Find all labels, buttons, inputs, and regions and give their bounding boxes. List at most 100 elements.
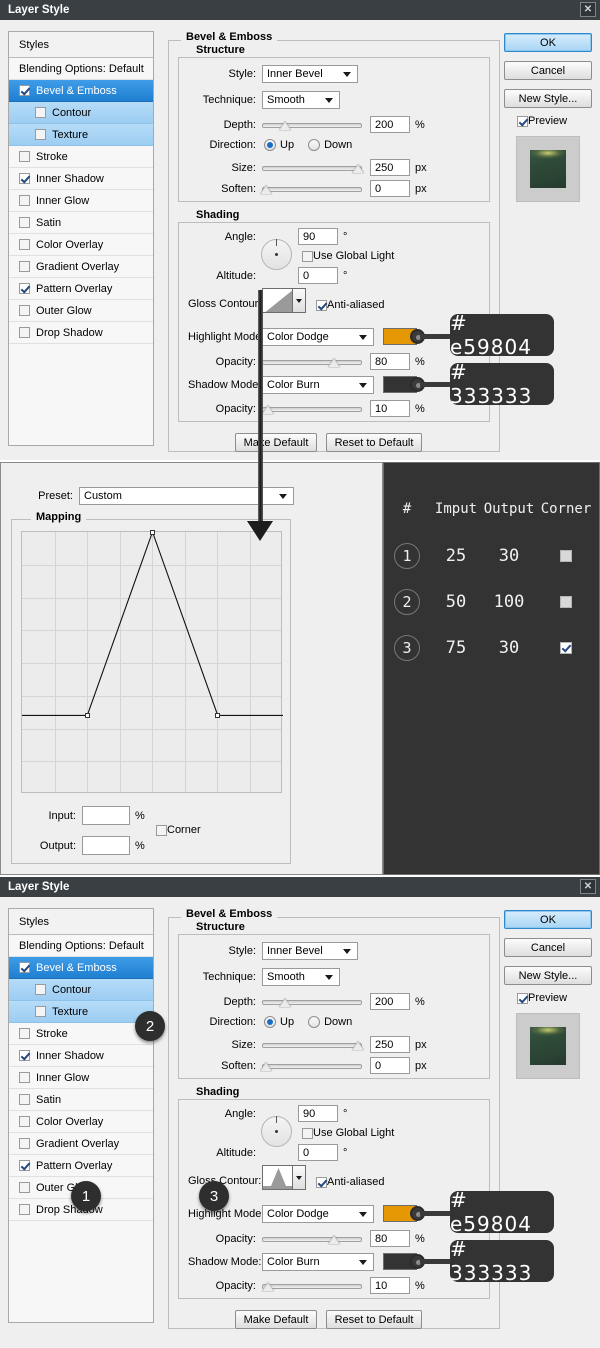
sidebar-item-stroke[interactable]: Stroke [9, 146, 153, 168]
slider-thumb[interactable] [352, 164, 364, 173]
sidebar-item-drop-shadow[interactable]: Drop Shadow [9, 322, 153, 344]
anti-aliased-checkbox[interactable] [316, 300, 327, 311]
gloss-contour-dropdown[interactable] [293, 288, 306, 313]
sidebar-item-blending-options-default[interactable]: Blending Options: Default [9, 935, 153, 957]
style-enable-checkbox[interactable] [35, 984, 46, 995]
cancel-button-bottom[interactable]: Cancel [504, 938, 592, 957]
direction-down-radio[interactable] [308, 139, 320, 151]
make-default-button[interactable]: Make Default [235, 433, 317, 452]
style-enable-checkbox[interactable] [19, 1204, 30, 1215]
sidebar-item-outer-glow[interactable]: Outer Glow [9, 300, 153, 322]
style-enable-checkbox[interactable] [19, 239, 30, 250]
style-enable-checkbox[interactable] [19, 305, 30, 316]
anti-aliased-checkbox[interactable] [316, 1177, 327, 1188]
slider-thumb[interactable] [352, 1041, 364, 1050]
preview-checkbox[interactable] [517, 116, 528, 127]
make-default-button[interactable]: Make Default [235, 1310, 317, 1329]
sidebar-item-color-overlay[interactable]: Color Overlay [9, 1111, 153, 1133]
slider-thumb[interactable] [260, 185, 272, 194]
style-enable-checkbox[interactable] [19, 173, 30, 184]
highlight-mode-select[interactable]: Color Dodge [262, 328, 374, 346]
depth-input[interactable]: 200 [370, 993, 410, 1010]
angle-dial[interactable] [261, 239, 292, 270]
curve-control-point[interactable] [85, 713, 90, 718]
use-global-light-checkbox[interactable] [302, 1128, 313, 1139]
style-enable-checkbox[interactable] [19, 1138, 30, 1149]
shadow-opacity-input[interactable]: 10 [370, 400, 410, 417]
sidebar-item-color-overlay[interactable]: Color Overlay [9, 234, 153, 256]
mapping-grid[interactable] [21, 531, 282, 793]
size-input[interactable]: 250 [370, 1036, 410, 1053]
angle-input[interactable]: 90 [298, 228, 338, 245]
technique-select[interactable]: Smooth [262, 968, 340, 986]
gloss-contour-thumbnail[interactable] [262, 288, 293, 313]
depth-slider[interactable] [262, 118, 362, 132]
shadow-opacity-input[interactable]: 10 [370, 1277, 410, 1294]
highlight-mode-select[interactable]: Color Dodge [262, 1205, 374, 1223]
direction-down-radio[interactable] [308, 1016, 320, 1028]
sidebar-item-stroke[interactable]: Stroke [9, 1023, 153, 1045]
style-select[interactable]: Inner Bevel [262, 942, 358, 960]
shadow-opacity-slider[interactable] [262, 402, 362, 416]
slider-thumb[interactable] [328, 358, 340, 367]
new-style-button-top[interactable]: New Style... [504, 89, 592, 108]
angle-dial[interactable] [261, 1116, 292, 1147]
style-enable-checkbox[interactable] [19, 962, 30, 973]
use-global-light-checkbox[interactable] [302, 251, 313, 262]
sidebar-item-texture[interactable]: Texture [9, 1001, 153, 1023]
style-enable-checkbox[interactable] [19, 151, 30, 162]
style-enable-checkbox[interactable] [35, 129, 46, 140]
highlight-opacity-input[interactable]: 80 [370, 353, 410, 370]
shadow-opacity-slider[interactable] [262, 1279, 362, 1293]
style-enable-checkbox[interactable] [19, 327, 30, 338]
style-enable-checkbox[interactable] [35, 107, 46, 118]
sidebar-item-pattern-overlay[interactable]: Pattern Overlay [9, 278, 153, 300]
sidebar-item-contour[interactable]: Contour [9, 979, 153, 1001]
soften-input[interactable]: 0 [370, 180, 410, 197]
technique-select[interactable]: Smooth [262, 91, 340, 109]
soften-input[interactable]: 0 [370, 1057, 410, 1074]
size-input[interactable]: 250 [370, 159, 410, 176]
slider-thumb[interactable] [279, 998, 291, 1007]
style-enable-checkbox[interactable] [19, 1094, 30, 1105]
shadow-mode-select[interactable]: Color Burn [262, 376, 374, 394]
style-enable-checkbox[interactable] [19, 217, 30, 228]
style-enable-checkbox[interactable] [19, 1072, 30, 1083]
slider-thumb[interactable] [262, 1282, 274, 1291]
sidebar-item-contour[interactable]: Contour [9, 102, 153, 124]
preview-checkbox[interactable] [517, 993, 528, 1004]
size-slider[interactable] [262, 1038, 362, 1052]
gloss-contour-control-top[interactable] [262, 288, 306, 313]
size-slider[interactable] [262, 161, 362, 175]
sidebar-item-inner-glow[interactable]: Inner Glow [9, 190, 153, 212]
sidebar-item-bevel-emboss[interactable]: Bevel & Emboss [9, 957, 153, 979]
sidebar-item-inner-shadow[interactable]: Inner Shadow [9, 1045, 153, 1067]
soften-slider[interactable] [262, 1059, 362, 1073]
slider-thumb[interactable] [262, 405, 274, 414]
highlight-opacity-slider[interactable] [262, 355, 362, 369]
style-enable-checkbox[interactable] [35, 1006, 46, 1017]
sidebar-item-texture[interactable]: Texture [9, 124, 153, 146]
curve-input-field[interactable] [82, 806, 130, 825]
style-enable-checkbox[interactable] [19, 1182, 30, 1193]
corner-checkbox[interactable] [156, 825, 167, 836]
style-enable-checkbox[interactable] [19, 1160, 30, 1171]
sidebar-item-inner-shadow[interactable]: Inner Shadow [9, 168, 153, 190]
sidebar-item-bevel-emboss[interactable]: Bevel & Emboss [9, 80, 153, 102]
cell-corner-checkbox[interactable] [560, 642, 572, 654]
sidebar-item-satin[interactable]: Satin [9, 212, 153, 234]
new-style-button-bottom[interactable]: New Style... [504, 966, 592, 985]
direction-up-radio[interactable] [264, 1016, 276, 1028]
curve-control-point[interactable] [215, 713, 220, 718]
style-enable-checkbox[interactable] [19, 283, 30, 294]
sidebar-item-gradient-overlay[interactable]: Gradient Overlay [9, 1133, 153, 1155]
slider-thumb[interactable] [279, 121, 291, 130]
depth-input[interactable]: 200 [370, 116, 410, 133]
curve-control-point[interactable] [150, 530, 155, 535]
highlight-opacity-slider[interactable] [262, 1232, 362, 1246]
sidebar-item-gradient-overlay[interactable]: Gradient Overlay [9, 256, 153, 278]
style-enable-checkbox[interactable] [19, 261, 30, 272]
direction-up-radio[interactable] [264, 139, 276, 151]
style-enable-checkbox[interactable] [19, 85, 30, 96]
sidebar-item-blending-options-default[interactable]: Blending Options: Default [9, 58, 153, 80]
